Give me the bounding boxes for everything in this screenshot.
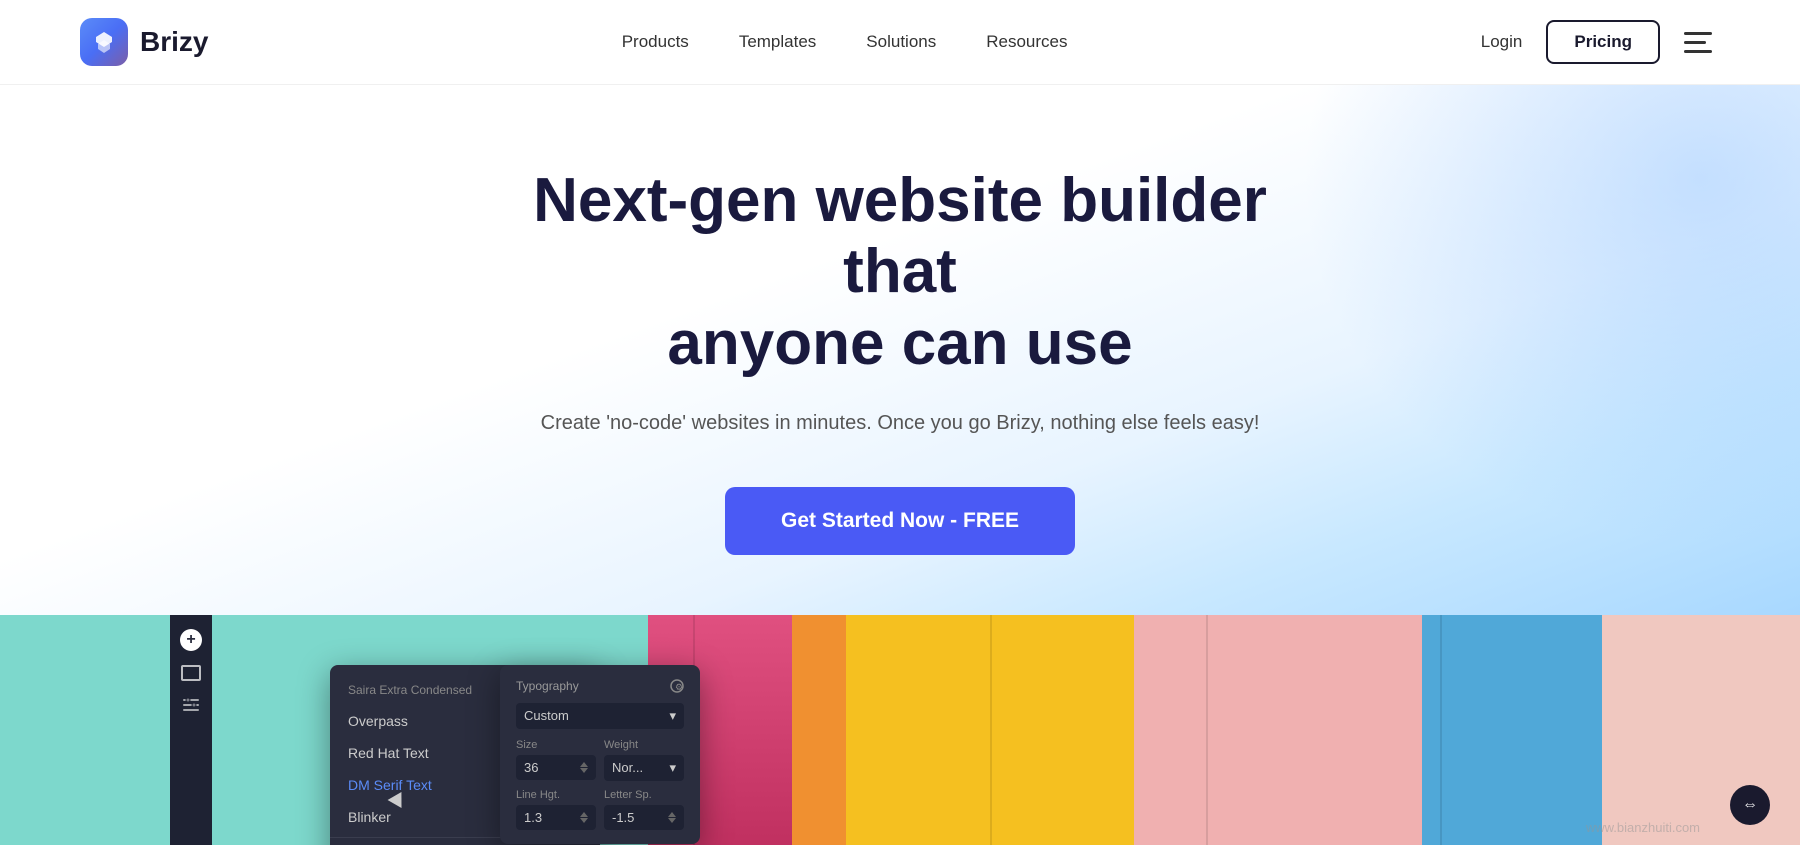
hero-section: Next-gen website builder that anyone can…: [0, 85, 1800, 615]
hero-title: Next-gen website builder that anyone can…: [475, 165, 1325, 379]
hero-cta-button[interactable]: Get Started Now - FREE: [725, 487, 1075, 555]
custom-dropdown[interactable]: Custom ▾: [516, 703, 684, 729]
size-value[interactable]: 36: [516, 755, 596, 780]
typography-settings-panel: Typography ⚙ Custom ▾ Size 36: [500, 665, 700, 844]
img-col-blue: [1422, 615, 1602, 845]
watermark: www.bianzhuiti.com: [1586, 820, 1700, 835]
lettersp-up-arrow[interactable]: [668, 812, 676, 817]
size-up-arrow[interactable]: [580, 762, 588, 767]
lettersp-arrows: [668, 812, 676, 823]
line-hgt-value[interactable]: 1.3: [516, 805, 596, 830]
nav-item-resources[interactable]: Resources: [986, 32, 1067, 52]
logo-icon: [80, 18, 128, 66]
img-col-lightpink: [1134, 615, 1422, 845]
size-down-arrow[interactable]: [580, 768, 588, 773]
navbar: Brizy Products Templates Solutions Resou…: [0, 0, 1800, 85]
linehgt-down-arrow[interactable]: [580, 818, 588, 823]
lettersp-down-arrow[interactable]: [668, 818, 676, 823]
editor-sidebar: +: [170, 615, 212, 845]
expand-icon: ⇔: [1742, 796, 1758, 814]
nav-item-templates[interactable]: Templates: [739, 32, 816, 52]
sidebar-settings-icon[interactable]: [181, 695, 201, 715]
logo-area[interactable]: Brizy: [80, 18, 208, 66]
separator-3: [1206, 615, 1208, 845]
weight-label: Weight: [604, 739, 684, 751]
nav-item-solutions[interactable]: Solutions: [866, 32, 936, 52]
hero-title-line1: Next-gen website builder that: [533, 166, 1267, 306]
weight-dropdown[interactable]: Nor... ▾: [604, 755, 684, 781]
nav-links: Products Templates Solutions Resources: [622, 32, 1068, 52]
size-label: Size: [516, 739, 596, 751]
hamburger-line-3: [1684, 50, 1712, 53]
custom-dropdown-area: Custom ▾: [516, 703, 684, 729]
hero-subtitle: Create 'no-code' websites in minutes. On…: [80, 407, 1720, 439]
size-field: Size 36: [516, 739, 596, 781]
letter-sp-field: Letter Sp. -1.5: [604, 789, 684, 830]
weight-field: Weight Nor... ▾: [604, 739, 684, 781]
letter-sp-value[interactable]: -1.5: [604, 805, 684, 830]
sidebar-plus-icon[interactable]: +: [180, 629, 202, 651]
line-hgt-label: Line Hgt.: [516, 789, 596, 801]
img-col-rightpink: [1602, 615, 1800, 845]
settings-grid: Size 36 Weight Nor... ▾ Line Hgt.: [516, 739, 684, 830]
nav-right: Login Pricing: [1481, 20, 1720, 64]
expand-button[interactable]: ⇔: [1730, 785, 1770, 825]
editor-preview: + Saira Extra Condensed Overpass Red Hat…: [0, 615, 1800, 845]
svg-text:⚙: ⚙: [675, 682, 683, 692]
letter-sp-label: Letter Sp.: [604, 789, 684, 801]
sidebar-layers-icon[interactable]: [181, 665, 201, 681]
line-hgt-field: Line Hgt. 1.3: [516, 789, 596, 830]
logo-name: Brizy: [140, 26, 208, 58]
nav-item-products[interactable]: Products: [622, 32, 689, 52]
size-arrows: [580, 762, 588, 773]
linehgt-arrows: [580, 812, 588, 823]
hero-title-line2: anyone can use: [667, 309, 1132, 378]
hamburger-line-1: [1684, 32, 1712, 35]
typography-panel-title: Typography ⚙: [516, 679, 684, 693]
pricing-button[interactable]: Pricing: [1546, 20, 1660, 64]
hamburger-line-2: [1684, 41, 1706, 44]
separator-4: [1440, 615, 1442, 845]
login-button[interactable]: Login: [1481, 32, 1523, 52]
separator-2: [990, 615, 992, 845]
hamburger-menu[interactable]: [1684, 24, 1720, 60]
linehgt-up-arrow[interactable]: [580, 812, 588, 817]
